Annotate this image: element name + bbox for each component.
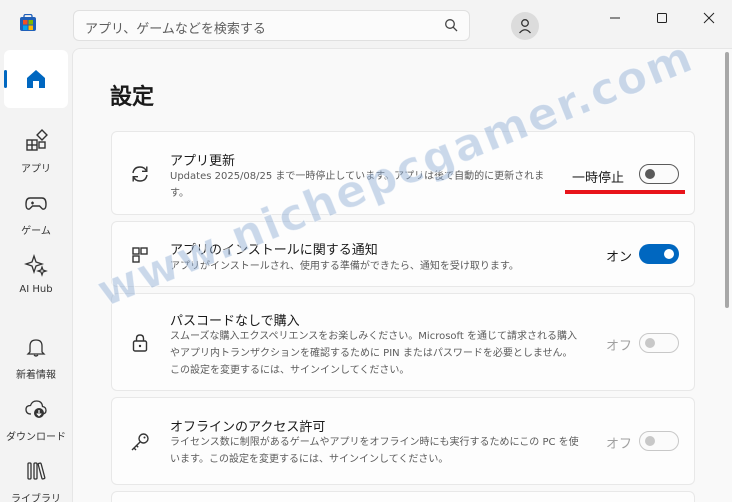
apps-grid-icon	[132, 247, 148, 263]
close-icon[interactable]	[697, 6, 721, 30]
gamepad-icon	[25, 197, 47, 210]
setting-description: アプリがインストールされ、使用する準備ができたら、通知を受け取ります。	[170, 261, 519, 272]
setting-description: スムーズな購入エクスペリエンスをお楽しみください。Microsoft を通じて請…	[170, 331, 577, 376]
offline-permissions-toggle[interactable]	[639, 431, 679, 451]
store-logo-icon	[20, 14, 36, 31]
settings-page: 設定 アプリ更新 Updates 2025/08/25 まで一時停止しています。…	[72, 48, 732, 502]
user-icon	[519, 19, 531, 34]
active-indicator	[4, 70, 7, 88]
toggle-knob	[645, 338, 655, 348]
minimize-icon[interactable]	[603, 6, 627, 30]
nav-ai-hub[interactable]: AI Hub	[4, 244, 68, 302]
store-window: アプリ、ゲームなどを検索する アプリ ゲーム AI Hub 新着情報 ダウンロー…	[0, 0, 732, 502]
app-updates-toggle[interactable]	[639, 164, 679, 184]
apps-icon	[26, 129, 48, 151]
key-icon	[131, 433, 149, 451]
nav-downloads[interactable]: ダウンロード	[4, 388, 68, 446]
passcode-purchase-toggle[interactable]	[639, 333, 679, 353]
setting-install-notifications: アプリのインストールに関する通知 アプリがインストールされ、使用する準備ができた…	[111, 221, 695, 287]
toggle-knob	[645, 436, 655, 446]
scrollbar[interactable]	[725, 52, 729, 308]
maximize-icon[interactable]	[650, 6, 674, 30]
title-bar: アプリ、ゲームなどを検索する	[0, 0, 732, 48]
setting-passcode-free-purchase: パスコードなしで購入 スムーズな購入エクスペリエンスをお楽しみください。Micr…	[111, 293, 695, 391]
toggle-state-label: オフ	[606, 437, 633, 452]
page-title: 設定	[110, 85, 155, 110]
setting-offline-permissions: オフラインのアクセス許可 ライセンス数に制限があるゲームやアプリをオフライン時に…	[111, 397, 695, 485]
install-notifications-toggle[interactable]	[639, 244, 679, 264]
toggle-state-label: 一時停止	[572, 171, 625, 186]
nav-games[interactable]: ゲーム	[4, 182, 68, 240]
nav-whats-new[interactable]: 新着情報	[4, 326, 68, 384]
setting-title: パスコードなしで購入	[170, 314, 300, 329]
nav-apps[interactable]: アプリ	[4, 120, 68, 178]
toggle-knob	[645, 169, 655, 179]
toggle-state-label: オン	[606, 250, 633, 265]
lock-icon	[132, 334, 148, 352]
refresh-icon	[132, 166, 148, 182]
search-box[interactable]: アプリ、ゲームなどを検索する	[73, 10, 470, 41]
library-icon	[27, 462, 46, 480]
setting-description: Updates 2025/08/25 まで一時停止しています。アプリは後で自動的…	[170, 171, 545, 199]
setting-title: オフラインのアクセス許可	[170, 420, 326, 435]
red-underline-annotation	[565, 190, 685, 194]
nav-library[interactable]: ライブラリ	[4, 450, 68, 502]
toggle-knob	[664, 249, 674, 259]
sparkle-icon	[24, 253, 48, 277]
search-icon[interactable]	[444, 18, 459, 33]
setting-card-partial	[111, 491, 695, 502]
search-input[interactable]: アプリ、ゲームなどを検索する	[85, 18, 266, 37]
cloud-download-icon	[25, 400, 47, 418]
nav-home[interactable]	[4, 50, 68, 108]
setting-description: ライセンス数に制限があるゲームやアプリをオフライン時にも実行するためにこの PC…	[170, 437, 579, 465]
toggle-state-label: オフ	[606, 339, 633, 354]
side-navigation: アプリ ゲーム AI Hub 新着情報 ダウンロード ライブラリ	[0, 48, 72, 502]
setting-app-updates: アプリ更新 Updates 2025/08/25 まで一時停止しています。アプリ…	[111, 131, 695, 215]
bell-icon	[26, 339, 46, 357]
account-avatar[interactable]	[511, 12, 539, 40]
setting-title: アプリ更新	[170, 154, 236, 169]
setting-title: アプリのインストールに関する通知	[170, 243, 378, 258]
home-icon	[27, 70, 45, 88]
